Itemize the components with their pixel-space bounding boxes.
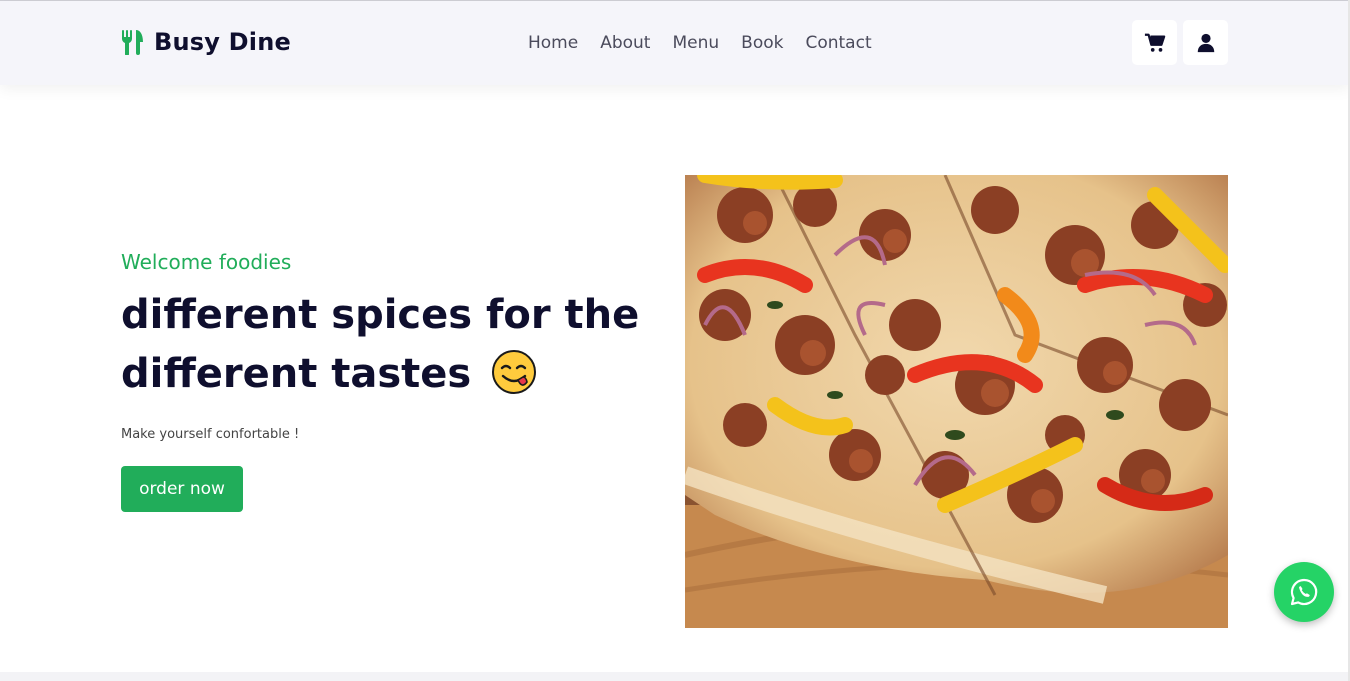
header-actions: [1132, 20, 1228, 65]
nav-menu[interactable]: Menu: [672, 33, 719, 53]
brand-name: Busy Dine: [154, 28, 291, 56]
hero-eyebrow: Welcome foodies: [121, 250, 292, 274]
whatsapp-button[interactable]: [1274, 562, 1334, 622]
hero-subtext: Make yourself confortable !: [121, 427, 300, 442]
bottom-strip: [0, 672, 1350, 681]
user-icon: [1197, 33, 1214, 52]
face-savoring-food-emoji: [492, 350, 537, 394]
headline-line-1: different spices for the: [121, 292, 640, 338]
nav-about[interactable]: About: [600, 33, 650, 53]
account-button[interactable]: [1183, 20, 1228, 65]
nav-home[interactable]: Home: [528, 33, 578, 53]
pizza-photo: [685, 175, 1228, 628]
shopping-cart-icon: [1144, 33, 1165, 52]
cart-button[interactable]: [1132, 20, 1177, 65]
utensils-icon: [122, 30, 143, 55]
whatsapp-icon: [1290, 578, 1318, 606]
brand-logo[interactable]: Busy Dine: [121, 28, 291, 56]
order-now-button[interactable]: order now: [121, 466, 243, 512]
main-nav: Home About Menu Book Contact: [528, 33, 872, 53]
headline-line-2: different tastes: [121, 351, 472, 397]
hero-text: Welcome foodies different spices for the…: [121, 250, 641, 512]
nav-contact[interactable]: Contact: [805, 33, 871, 53]
nav-book[interactable]: Book: [741, 33, 783, 53]
navbar: Busy Dine Home About Menu Book Contact: [0, 1, 1350, 85]
hero-headline: different spices for the different taste…: [121, 286, 641, 404]
